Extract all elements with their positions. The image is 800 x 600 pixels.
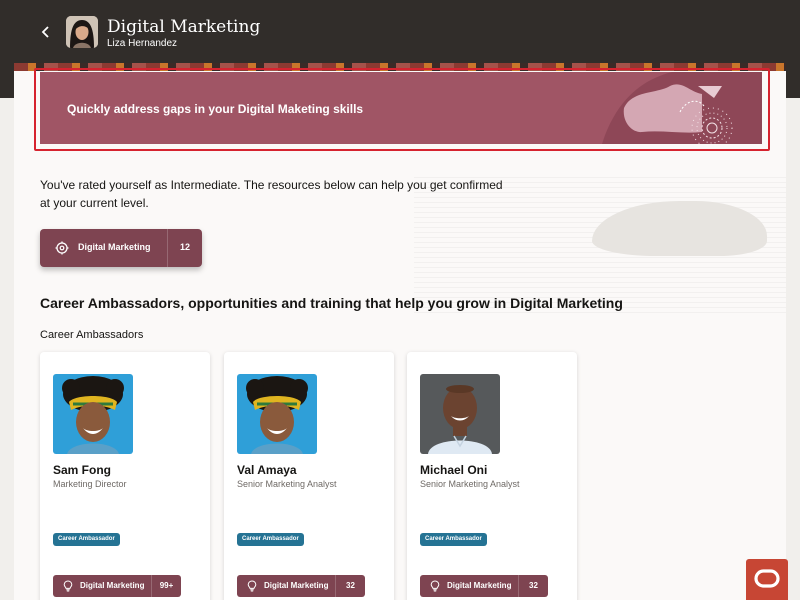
skill-chip-count: 32 — [529, 581, 538, 590]
skill-chip-label: Digital Marketing — [264, 581, 329, 590]
skill-button-label: Digital Marketing — [78, 242, 151, 252]
lightbulb-icon — [247, 580, 257, 592]
main-panel: Quickly address gaps in your Digital Mak… — [14, 63, 786, 600]
status-badge: Career Ambassador — [420, 533, 487, 546]
profile-photo — [420, 374, 500, 454]
skill-chip-count: 99+ — [159, 581, 174, 590]
ambassador-role: Senior Marketing Analyst — [237, 479, 337, 489]
skill-chip-label: Digital Marketing — [447, 581, 512, 590]
section-title: Career Ambassadors, opportunities and tr… — [40, 295, 623, 311]
skill-chip[interactable]: Digital Marketing 32 — [420, 575, 548, 597]
ambassador-card[interactable]: Michael Oni Senior Marketing Analyst Car… — [407, 352, 577, 600]
profile-photo — [237, 374, 317, 454]
banner: Quickly address gaps in your Digital Mak… — [40, 72, 762, 144]
skill-chip-label: Digital Marketing — [80, 581, 145, 590]
page-title: Digital Marketing — [107, 17, 261, 37]
status-badge: Career Ambassador — [237, 533, 304, 546]
profile-photo — [53, 374, 133, 454]
banner-text: Quickly address gaps in your Digital Mak… — [67, 102, 364, 116]
oracle-assistant-button[interactable] — [746, 559, 788, 600]
ambassador-name: Val Amaya — [237, 463, 297, 477]
ambassador-role: Senior Marketing Analyst — [420, 479, 520, 489]
user-name: Liza Hernandez — [107, 38, 178, 49]
ambassador-card[interactable]: Val Amaya Senior Marketing Analyst Caree… — [224, 352, 394, 600]
skill-chip[interactable]: Digital Marketing 32 — [237, 575, 365, 597]
status-badge: Career Ambassador — [53, 533, 120, 546]
ambassador-role: Marketing Director — [53, 479, 127, 489]
back-button[interactable] — [36, 22, 56, 42]
section-subtitle: Career Ambassadors — [40, 329, 144, 341]
ambassador-name: Michael Oni — [420, 463, 488, 477]
avatar[interactable] — [66, 16, 98, 48]
gear-icon — [55, 241, 69, 255]
chevron-left-icon — [41, 26, 49, 38]
oracle-logo-icon — [754, 569, 780, 588]
ambassador-card[interactable]: Sam Fong Marketing Director Career Ambas… — [40, 352, 210, 600]
lightbulb-icon — [430, 580, 440, 592]
skill-button[interactable]: Digital Marketing 12 — [40, 229, 202, 267]
intro-text: You've rated yourself as Intermediate. T… — [40, 178, 503, 210]
skill-button-count: 12 — [179, 242, 190, 252]
skill-chip[interactable]: Digital Marketing 99+ — [53, 575, 181, 597]
banner-illustration — [602, 72, 762, 144]
ambassador-name: Sam Fong — [53, 463, 112, 477]
skill-chip-count: 32 — [346, 581, 355, 590]
lightbulb-icon — [63, 580, 73, 592]
